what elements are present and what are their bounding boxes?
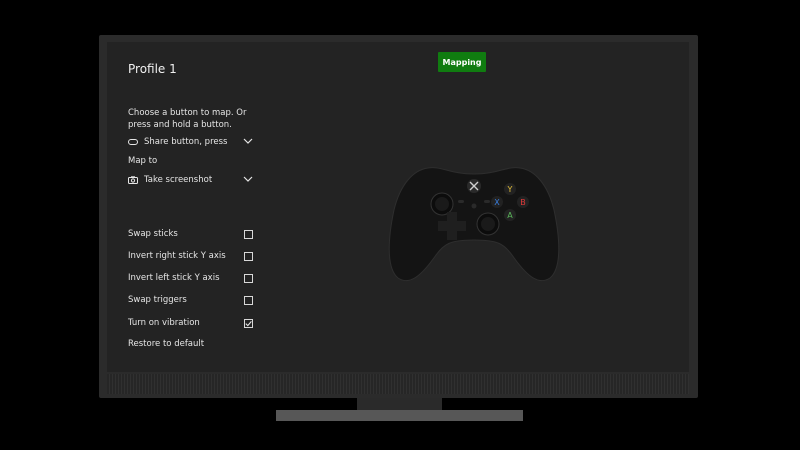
option-invert-left-stick[interactable]: Invert left stick Y axis	[128, 271, 253, 285]
svg-text:Y: Y	[507, 185, 513, 194]
svg-text:A: A	[507, 211, 513, 220]
share-button-icon	[471, 203, 477, 209]
checkbox[interactable]	[244, 273, 253, 283]
chevron-down-icon	[243, 176, 253, 182]
svg-text:B: B	[520, 198, 526, 207]
camera-icon	[128, 176, 139, 184]
tv-screen: Profile 1 Mapping Choose a button to map…	[107, 42, 689, 372]
svg-text:X: X	[494, 198, 500, 207]
view-button-icon	[458, 200, 464, 203]
option-label: Invert left stick Y axis	[128, 273, 220, 283]
share-button-icon	[128, 139, 139, 145]
map-to-value: Take screenshot	[144, 175, 213, 185]
option-vibration[interactable]: Turn on vibration	[128, 316, 253, 330]
option-label: Swap sticks	[128, 229, 178, 239]
tv-stand-neck	[357, 398, 442, 410]
checkbox[interactable]	[244, 295, 253, 305]
mapping-button[interactable]: Mapping	[438, 52, 486, 72]
option-label: Swap triggers	[128, 295, 187, 305]
tv-stand-base	[276, 410, 523, 421]
tv-speaker-grille	[107, 374, 689, 394]
checkbox-checked[interactable]	[244, 318, 253, 328]
option-swap-triggers[interactable]: Swap triggers	[128, 293, 253, 307]
button-select-value: Share button, press	[144, 137, 228, 147]
mapping-instruction: Choose a button to map. Or press and hol…	[128, 108, 247, 130]
option-swap-sticks[interactable]: Swap sticks	[128, 227, 253, 241]
controller-image: Y X B A	[388, 167, 560, 282]
option-invert-right-stick[interactable]: Invert right stick Y axis	[128, 249, 253, 263]
map-to-dropdown[interactable]: Take screenshot	[128, 172, 253, 188]
checkbox[interactable]	[244, 229, 253, 239]
option-label: Turn on vibration	[128, 318, 200, 328]
checkbox[interactable]	[244, 251, 253, 261]
map-to-label: Map to	[128, 156, 158, 166]
menu-button-icon	[484, 200, 490, 203]
restore-default-button[interactable]: Restore to default	[128, 339, 204, 349]
option-label: Invert right stick Y axis	[128, 251, 226, 261]
profile-title: Profile 1	[128, 62, 177, 76]
checkmark-icon	[245, 320, 252, 326]
chevron-down-icon	[243, 138, 253, 144]
button-select-dropdown[interactable]: Share button, press	[128, 134, 253, 150]
